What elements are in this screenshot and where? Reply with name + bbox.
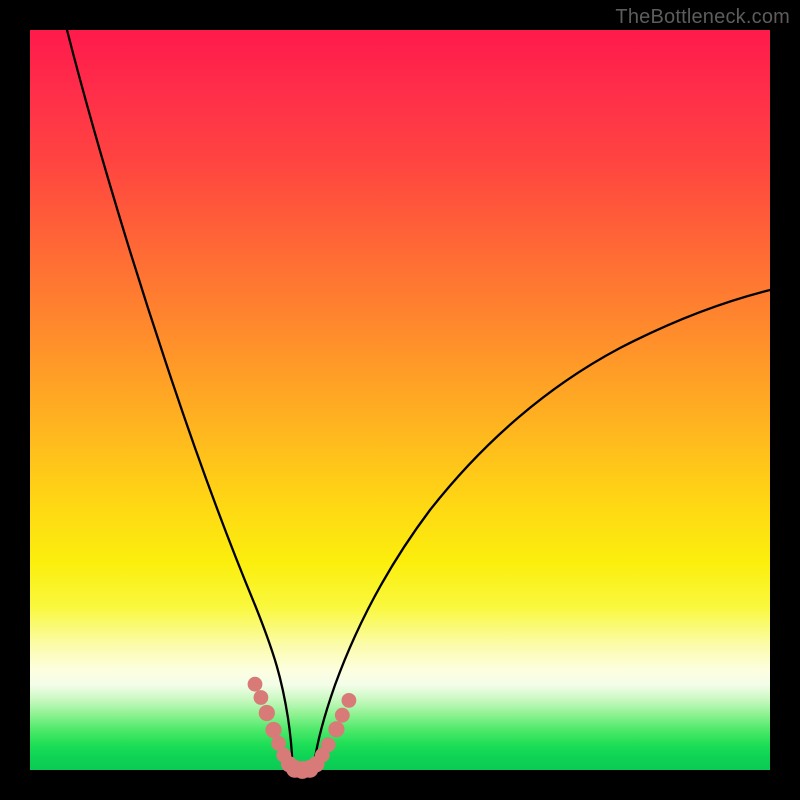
right-curve (314, 290, 770, 766)
left-curve (67, 30, 293, 766)
marker-dot (342, 693, 357, 708)
marker-dot (328, 721, 344, 737)
attribution-label: TheBottleneck.com (615, 6, 790, 29)
marker-dot (321, 737, 336, 752)
marker-group (248, 677, 357, 779)
chart-plot-area (30, 30, 770, 770)
chart-svg (30, 30, 770, 770)
marker-dot (259, 705, 275, 721)
chart-frame: TheBottleneck.com (0, 0, 800, 800)
marker-dot (248, 677, 263, 692)
marker-dot (335, 708, 350, 723)
marker-dot (254, 690, 269, 705)
marker-dot (265, 722, 281, 738)
